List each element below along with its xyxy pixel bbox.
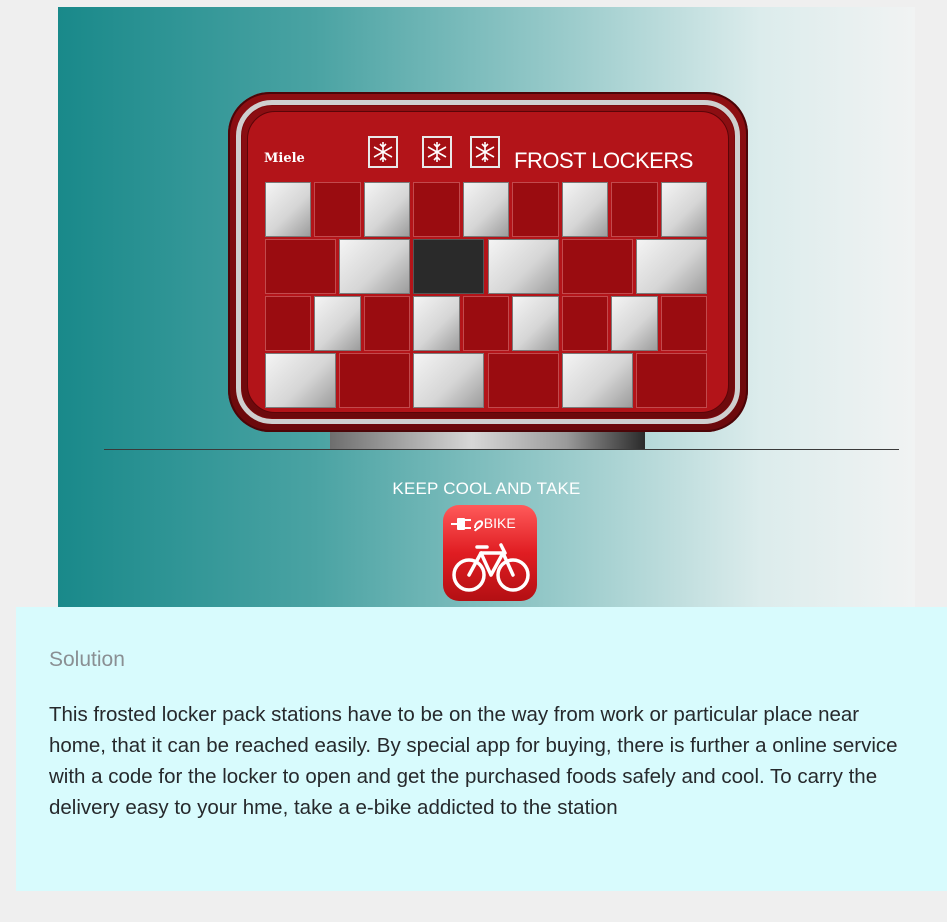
locker-door xyxy=(314,296,361,351)
locker-door xyxy=(462,296,510,351)
tagline: KEEP COOL AND TAKE xyxy=(392,479,581,498)
locker-door xyxy=(487,353,559,408)
solution-section: Solution This frosted locker pack statio… xyxy=(16,607,947,891)
locker-door xyxy=(611,182,658,237)
locker-door xyxy=(512,182,559,237)
locker-door xyxy=(561,296,609,351)
locker-door xyxy=(413,296,460,351)
locker-station: Miele FROST LOCKERS xyxy=(228,92,748,432)
locker-door xyxy=(265,353,337,408)
locker-door xyxy=(339,239,411,294)
snowflake-icon xyxy=(368,136,398,168)
bicycle-icon xyxy=(452,543,530,592)
locker-door xyxy=(413,353,485,408)
locker-door xyxy=(339,353,411,408)
locker-door xyxy=(265,182,312,237)
locker-door xyxy=(660,182,707,237)
locker-door xyxy=(363,296,411,351)
page: Miele FROST LOCKERS KEEP COOL AND TAKE B… xyxy=(0,0,947,922)
ebike-app-icon: BIKE xyxy=(443,505,537,601)
locker-door xyxy=(660,296,707,351)
locker-door xyxy=(314,182,361,237)
plug-icon xyxy=(451,518,484,532)
locker-door xyxy=(413,239,485,294)
ebike-label: BIKE xyxy=(481,515,516,531)
section-heading: Solution xyxy=(49,648,125,671)
locker-door xyxy=(561,353,633,408)
locker-door xyxy=(363,182,411,237)
locker-door xyxy=(487,239,559,294)
sign-title: FROST LOCKERS xyxy=(514,148,693,173)
ground-line xyxy=(104,449,899,450)
locker-door xyxy=(462,182,510,237)
locker-door xyxy=(561,182,609,237)
locker-door xyxy=(512,296,559,351)
locker-door xyxy=(265,296,312,351)
locker-door xyxy=(561,239,633,294)
station-stand xyxy=(330,432,645,449)
locker-door xyxy=(265,239,337,294)
snowflake-icon xyxy=(422,136,452,168)
snowflake-icon xyxy=(470,136,500,168)
brand-logo: Miele xyxy=(264,151,305,166)
locker-door xyxy=(635,353,707,408)
locker-door xyxy=(611,296,658,351)
locker-door xyxy=(413,182,460,237)
locker-door xyxy=(635,239,707,294)
section-body: This frosted locker pack stations have t… xyxy=(49,703,898,819)
hero-image: Miele FROST LOCKERS KEEP COOL AND TAKE B… xyxy=(58,7,915,607)
